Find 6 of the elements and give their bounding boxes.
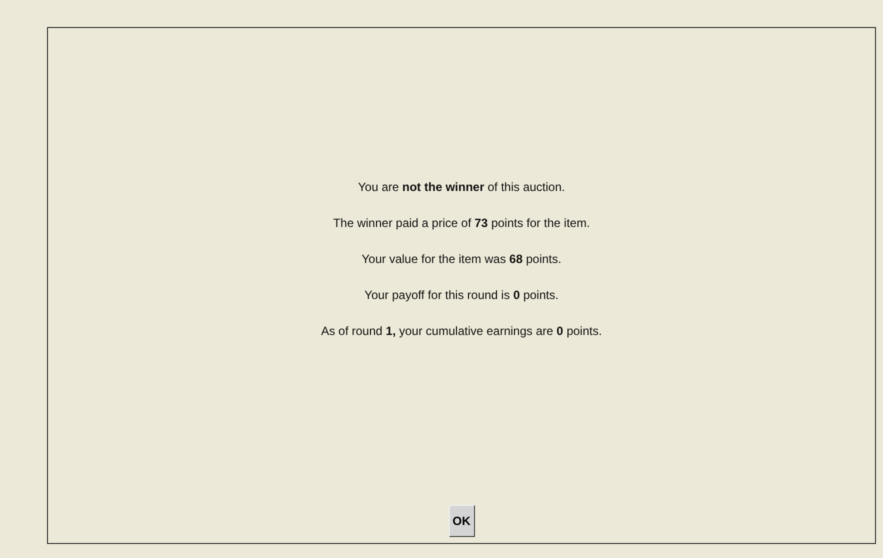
- result-message: As of round 1, your cumulative earnings are 0 points.: [321, 323, 602, 340]
- ok-button[interactable]: OK: [448, 505, 474, 537]
- result-message: The winner paid a price of 73 points for the item.: [333, 215, 590, 232]
- result-message: Your value for the item was 68 points.: [362, 251, 562, 268]
- result-message: You are not the winner of this auction.: [358, 179, 565, 196]
- result-message: Your payoff for this round is 0 points.: [364, 287, 559, 304]
